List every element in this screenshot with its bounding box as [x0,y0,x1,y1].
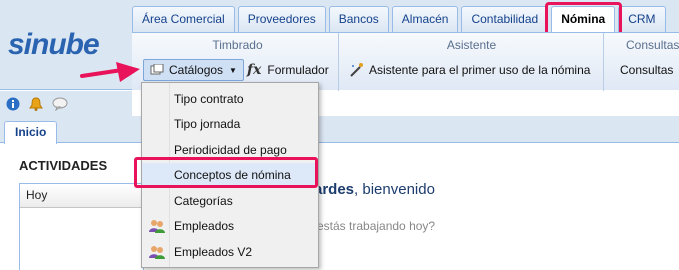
users-icon [149,246,165,259]
menu-item-highlight-box [134,157,318,188]
asistente-label: Asistente para el primer uso de la nómin… [369,63,591,77]
info-icon[interactable] [6,97,20,111]
users-icon [149,220,165,233]
asistente-button[interactable]: Asistente para el primer uso de la nómin… [348,60,590,80]
menu-item-empleados[interactable]: Empleados [142,214,318,238]
sinube-logo: sinube [8,28,100,61]
chevron-down-icon: ▼ [229,65,237,75]
tab-bancos[interactable]: Bancos [328,6,389,32]
hoy-header[interactable]: Hoy [20,184,143,208]
greeting-question: estás trabajando hoy? [317,219,436,233]
consultas-button[interactable]: Consultas [620,60,673,80]
tab-contabilidad[interactable]: Contabilidad [461,6,549,32]
group-title: Timbrado [212,38,263,52]
menu-item-categorias[interactable]: Categorías [142,189,318,213]
tab-highlight-box [545,2,622,36]
annotation-arrow-icon [80,62,140,82]
icon-toolbar [0,91,132,116]
chat-icon[interactable] [52,97,68,111]
activities-title: ACTIVIDADES [19,158,108,173]
ribbon-group-asistente: Asistente Asistente para el primer uso d… [340,33,604,91]
bell-icon[interactable] [28,96,44,112]
consultas-label: Consultas [620,63,674,77]
group-title: Asistente [446,38,497,52]
tab-crm[interactable]: CRM [618,6,666,32]
formulador-button[interactable]: fx Formulador [247,60,329,80]
hoy-panel: Hoy [19,183,144,270]
formulador-label: Formulador [267,63,329,77]
menu-item-tipo-contrato[interactable]: Tipo contrato [142,87,318,111]
menu-item-empleados-v2[interactable]: Empleados V2 [142,240,318,264]
ribbon-group-consultas: Consultas Consultas [610,33,679,91]
tab-proveedores[interactable]: Proveedores [237,6,326,32]
fx-icon: fx [247,62,262,78]
tab-area-comercial[interactable]: Área Comercial [132,6,235,32]
catalogos-label: Catálogos [169,63,224,77]
menu-item-tipo-jornada[interactable]: Tipo jornada [142,112,318,136]
tab-inicio[interactable]: Inicio [4,121,58,144]
document-tab-strip [0,116,679,143]
greeting: tardes, bienvenido [309,181,435,198]
catalog-icon [150,64,164,75]
catalogos-button[interactable]: Catálogos ▼ [143,59,244,81]
tab-almacen[interactable]: Almacén [391,6,459,32]
group-title: Consultas [626,38,679,52]
wand-icon [350,63,363,77]
